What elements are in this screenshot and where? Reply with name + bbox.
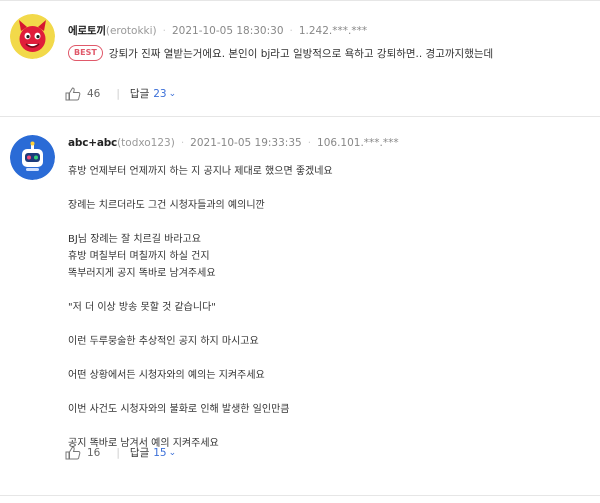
comment-actions: 46 | 답글 23 ⌄ [65,86,176,101]
reply-button[interactable]: 답글 [130,445,149,460]
divider: | [116,446,120,459]
comment-body: BEST 강퇴가 진짜 열받는거에요. 본인이 bj라고 일방적으로 욕하고 강… [68,45,493,61]
comment-list: 에로토끼(erotokki) · 2021-10-05 18:30:30 · 1.242… [0,0,600,503]
red-devil-avatar-icon[interactable] [10,14,55,59]
comment-text: 강퇴가 진짜 열받는거에요. 본인이 bj라고 일방적으로 욕하고 강퇴하면..… [108,47,494,60]
user-id: (todxo123) [117,137,175,149]
thumbs-up-icon[interactable] [65,86,81,101]
divider [0,116,600,117]
separator-dot: · [289,25,293,37]
comment-meta: 에로토끼(erotokki) · 2021-10-05 18:30:30 · 1.242… [68,23,367,38]
separator-dot: · [180,137,185,149]
blue-robot-avatar-icon[interactable] [10,135,55,180]
reply-count[interactable]: 15 [153,447,166,459]
thumbs-up-icon[interactable] [65,445,81,460]
comment-date: 2021-10-05 19:33:35 [190,137,302,149]
comment-line: 이런 두루뭉술한 추상적인 공지 하지 마시고요 [68,336,259,347]
separator-dot: · [307,137,312,149]
comment-item: abc+abc(todxo123) · 2021-10-05 19:33:35 · 10… [0,118,600,503]
like-count: 16 [87,446,101,459]
reply-button[interactable]: 답글 [130,86,149,101]
chevron-down-icon[interactable]: ⌄ [169,89,177,99]
nickname[interactable]: abc+abc [68,137,117,149]
comment-line: 휴방 언제부터 언제까지 하는 지 공지나 제대로 했으면 좋겠네요 [68,166,333,177]
comment-item: 에로토끼(erotokki) · 2021-10-05 18:30:30 · 1.242… [0,0,600,116]
comment-line: 휴방 며칠부터 며칠까지 하실 건지 [68,251,210,262]
best-badge: BEST [68,45,103,61]
ip-address: 1.242.***.*** [298,25,368,37]
comment-line: 이번 사건도 시청자와의 불화로 인해 발생한 일인만큼 [68,404,290,415]
comment-line: BJ님 장례는 잘 치르길 바라고요 [68,234,201,245]
comment-line: 어떤 상황에서든 시청자와의 예의는 지켜주세요 [68,370,265,381]
user-id: (erotokki) [105,25,157,37]
comment-actions: 16 | 답글 15 ⌄ [65,445,176,460]
comment-line: 장례는 치르더라도 그건 시청자들과의 예의니깐 [68,200,265,211]
like-count: 46 [87,87,101,100]
nickname[interactable]: 에로토끼 [68,25,106,37]
comment-meta: abc+abc(todxo123) · 2021-10-05 19:33:35 · 10… [68,137,399,149]
reply-count[interactable]: 23 [153,88,166,100]
divider [0,495,600,496]
comment-date: 2021-10-05 18:30:30 [171,25,284,37]
comment-line: 똑부러지게 공지 똑바로 남겨주세요 [68,268,216,279]
comment-line: "저 더 이상 방송 못할 것 같습니다" [68,302,216,313]
divider: | [116,87,120,100]
ip-address: 106.101.***.*** [317,137,399,149]
separator-dot: · [162,25,166,37]
chevron-down-icon[interactable]: ⌄ [169,448,177,458]
